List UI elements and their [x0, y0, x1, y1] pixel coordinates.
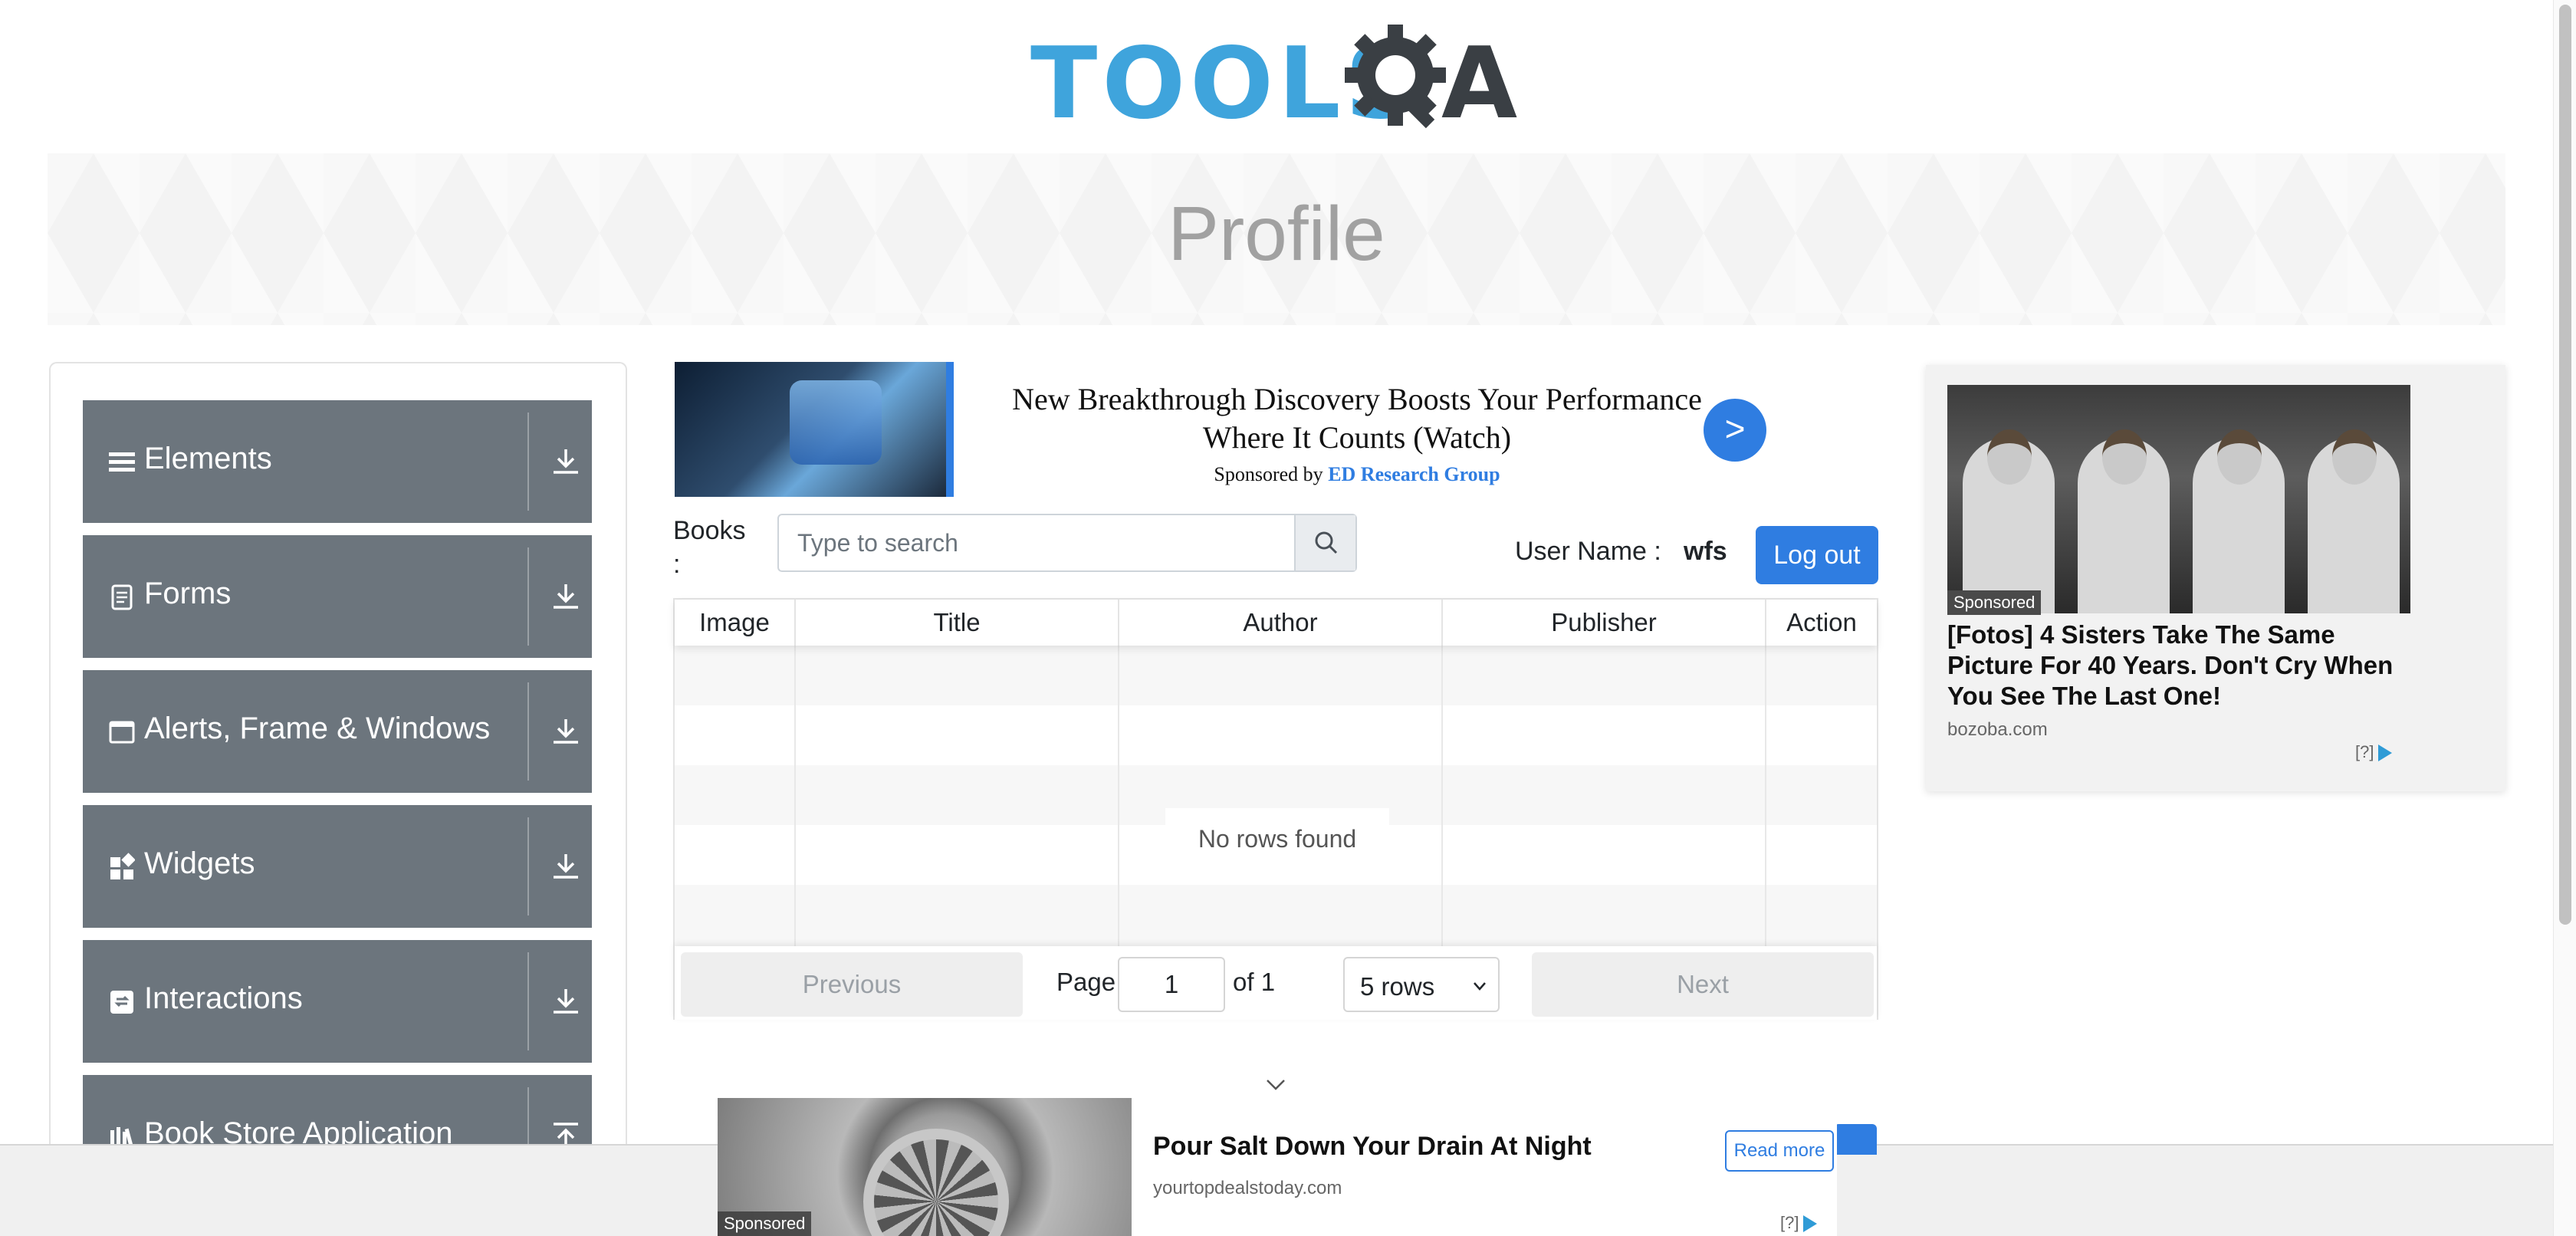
ad-sponsor-line: Sponsored by ED Research Group — [974, 463, 1740, 486]
rows-per-page-value: 5 rows — [1360, 972, 1435, 1001]
scrollbar-thumb[interactable] — [2559, 5, 2571, 925]
ad-info-label: [?] — [1780, 1213, 1799, 1232]
sidebar-group-alerts[interactable]: Alerts, Frame & Windows — [83, 670, 592, 793]
rows-per-page-select[interactable]: 5 rows — [1343, 957, 1500, 1012]
table-row — [675, 646, 1877, 705]
divider — [527, 547, 529, 646]
column-divider — [1118, 646, 1119, 946]
person-figure — [2193, 429, 2285, 613]
gear-q-icon — [1345, 25, 1446, 129]
sidebar-group-interactions[interactable]: Interactions — [83, 940, 592, 1063]
left-sidebar: Elements Forms Alerts, Frame & Windows W… — [49, 362, 627, 1236]
adchoices[interactable]: [?] — [2355, 742, 2393, 762]
hamburger-icon — [109, 452, 135, 472]
chevron-down-icon[interactable] — [1265, 1073, 1286, 1095]
person-figure — [2078, 429, 2170, 613]
download-icon — [554, 719, 578, 744]
page-label: Page — [1056, 968, 1116, 996]
ad-title[interactable]: [Fotos] 4 Sisters Take The Same Picture … — [1947, 620, 2415, 712]
column-header-author[interactable]: Author — [1119, 600, 1443, 646]
window-icon — [109, 721, 135, 744]
ad-photo — [1947, 385, 2410, 613]
sidebar-group-elements[interactable]: Elements — [83, 400, 592, 523]
search-icon — [1315, 531, 1338, 554]
total-pages-label: of 1 — [1233, 968, 1276, 996]
column-divider — [1441, 646, 1443, 946]
page-banner: Profile — [48, 153, 2505, 325]
sidebar-group-label: Elements — [144, 442, 272, 475]
sidebar-group-label: Widgets — [144, 846, 255, 880]
scrollbar[interactable] — [2553, 0, 2576, 1236]
adchoices-icon — [2378, 745, 2393, 762]
sidebar-group-label: Interactions — [144, 981, 303, 1015]
sidebar-group-widgets[interactable]: Widgets — [83, 805, 592, 928]
ad-go-button[interactable]: > — [1704, 399, 1766, 462]
ad-headline[interactable]: New Breakthrough Discovery Boosts Your P… — [974, 380, 1740, 457]
table-header: Image Title Author Publisher Action — [675, 600, 1877, 646]
column-header-image[interactable]: Image — [675, 600, 796, 646]
sidebar-ad[interactable]: Sponsored [Fotos] 4 Sisters Take The Sam… — [1926, 365, 2505, 791]
adchoices-icon — [1803, 1215, 1818, 1233]
read-more-button[interactable]: Read more — [1725, 1130, 1834, 1172]
beaker-image — [790, 380, 882, 465]
column-header-title[interactable]: Title — [796, 600, 1119, 646]
no-rows-message: No rows found — [1165, 808, 1389, 869]
widgets-icon — [110, 853, 135, 879]
ad-domain: yourtopdealstoday.com — [1153, 1178, 1342, 1198]
books-table: Image Title Author Publisher Action No r… — [673, 598, 1878, 1020]
column-divider — [794, 646, 796, 946]
logo-suffix: A — [1441, 27, 1518, 141]
document-icon — [111, 584, 133, 610]
sponsored-by-label: Sponsored by — [1214, 463, 1323, 485]
download-icon — [554, 449, 578, 474]
sponsored-badge: Sponsored — [718, 1211, 812, 1236]
download-icon — [554, 584, 578, 609]
sponsored-badge: Sponsored — [1947, 590, 2042, 615]
ad-title[interactable]: Pour Salt Down Your Drain At Night — [1153, 1132, 1592, 1162]
ad-close-tab[interactable] — [1834, 1124, 1877, 1155]
sponsored-ad-banner[interactable]: New Breakthrough Discovery Boosts Your P… — [675, 360, 1766, 498]
ad-info-label: [?] — [2355, 742, 2374, 761]
sidebar-group-label: Alerts, Frame & Windows — [144, 712, 491, 745]
search-input[interactable] — [779, 515, 1296, 570]
table-row — [675, 705, 1877, 765]
column-header-publisher[interactable]: Publisher — [1443, 600, 1766, 646]
sidebar-group-label: Forms — [144, 577, 232, 610]
books-label: Books : — [673, 516, 746, 579]
bottom-ad[interactable]: Sponsored Pour Salt Down Your Drain At N… — [718, 1098, 1837, 1236]
ad-domain: bozoba.com — [1947, 719, 2048, 740]
column-divider — [1765, 646, 1766, 946]
divider — [527, 952, 529, 1050]
user-name-label: User Name : — [1515, 537, 1661, 566]
column-header-action[interactable]: Action — [1766, 600, 1877, 646]
page-title: Profile — [1168, 191, 1385, 277]
adchoices[interactable]: [?] — [1780, 1213, 1818, 1233]
previous-page-button[interactable]: Previous — [681, 952, 1023, 1017]
table-row — [675, 885, 1877, 946]
divider — [527, 682, 529, 781]
toolsqa-logo[interactable]: TOOLS A — [1027, 21, 1533, 144]
interactions-icon — [110, 991, 133, 1014]
pagination-bar: Previous Page of 1 5 rows Next — [675, 946, 1877, 1020]
user-name-value: wfs — [1684, 537, 1727, 566]
person-figure — [1963, 429, 2055, 613]
sponsor-name[interactable]: ED Research Group — [1328, 463, 1500, 485]
download-icon — [554, 854, 578, 879]
search-box — [777, 514, 1357, 572]
table-body: No rows found — [675, 646, 1877, 946]
download-icon — [554, 989, 578, 1014]
chevron-down-icon — [1474, 982, 1486, 991]
search-button[interactable] — [1294, 515, 1355, 570]
drain-image — [863, 1129, 1009, 1236]
divider — [527, 817, 529, 915]
divider — [527, 413, 529, 511]
sidebar-group-forms[interactable]: Forms — [83, 535, 592, 658]
next-page-button[interactable]: Next — [1532, 952, 1874, 1017]
logout-button[interactable]: Log out — [1756, 526, 1878, 584]
ad-thumbnail — [675, 362, 954, 497]
page-number-input[interactable] — [1118, 957, 1225, 1012]
person-figure — [2308, 429, 2400, 613]
